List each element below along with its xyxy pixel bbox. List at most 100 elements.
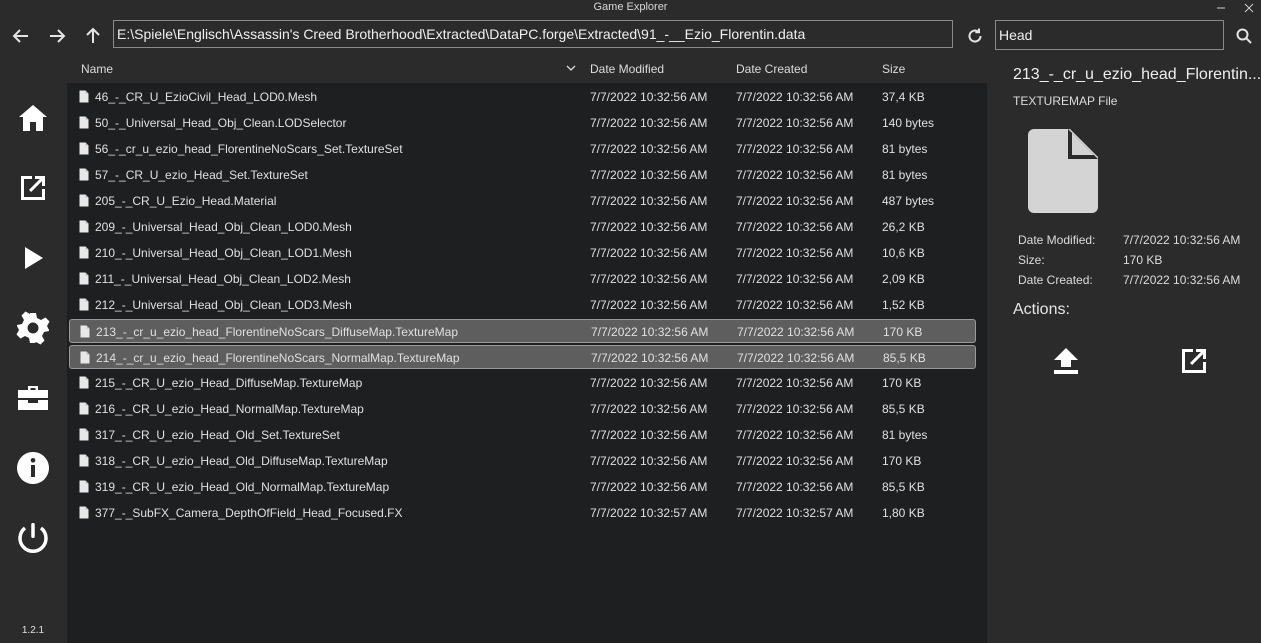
settings-gear-icon[interactable] [13,308,53,348]
file-date-created: 7/7/2022 10:32:56 AM [737,351,855,365]
file-row[interactable]: 319_-_CR_U_ezio_Head_Old_NormalMap.Textu… [69,475,976,499]
play-icon[interactable] [13,238,53,278]
file-icon [79,168,89,181]
up-arrow-icon[interactable] [82,25,104,47]
file-date-modified: 7/7/2022 10:32:56 AM [590,246,708,260]
file-name: 209_-_Universal_Head_Obj_Clean_LOD0.Mesh [95,220,352,234]
file-row[interactable]: 377_-_SubFX_Camera_DepthOfField_Head_Foc… [69,501,976,525]
file-row[interactable]: 215_-_CR_U_ezio_Head_DiffuseMap.TextureM… [69,371,976,395]
file-icon [79,376,89,389]
refresh-icon[interactable] [964,25,986,47]
file-date-created: 7/7/2022 10:32:56 AM [736,220,854,234]
file-icon [79,142,89,155]
file-icon [79,194,89,207]
file-date-created: 7/7/2022 10:32:56 AM [736,428,854,442]
file-date-created: 7/7/2022 10:32:56 AM [736,402,854,416]
file-size: 170 KB [882,454,922,468]
file-icon [79,480,89,493]
file-row[interactable]: 209_-_Universal_Head_Obj_Clean_LOD0.Mesh… [69,215,976,239]
file-row[interactable]: 56_-_cr_u_ezio_head_FlorentineNoScars_Se… [69,137,976,161]
file-name: 57_-_CR_U_ezio_Head_Set.TextureSet [95,168,308,182]
file-size: 140 bytes [882,116,935,130]
file-row[interactable]: 214_-_cr_u_ezio_head_FlorentineNoScars_N… [69,345,976,369]
file-size: 487 bytes [882,194,935,208]
file-large-icon [1028,129,1098,213]
file-name: 215_-_CR_U_ezio_Head_DiffuseMap.TextureM… [95,376,363,390]
open-external-icon[interactable] [13,168,53,208]
file-name: 211_-_Universal_Head_Obj_Clean_LOD2.Mesh [95,272,351,286]
home-icon[interactable] [13,98,53,138]
column-header-name[interactable]: Name [81,62,113,76]
file-row[interactable]: 213_-_cr_u_ezio_head_FlorentineNoScars_D… [69,319,976,343]
window-title: Game Explorer [593,1,668,13]
column-header-date-modified[interactable]: Date Modified [590,62,664,76]
forward-arrow-icon[interactable] [46,25,68,47]
file-row[interactable]: 212_-_Universal_Head_Obj_Clean_LOD3.Mesh… [69,293,976,317]
file-row[interactable]: 211_-_Universal_Head_Obj_Clean_LOD2.Mesh… [69,267,976,291]
file-size: 1,80 KB [882,506,925,520]
file-row[interactable]: 216_-_CR_U_ezio_Head_NormalMap.TextureMa… [69,397,976,421]
file-row[interactable]: 50_-_Universal_Head_Obj_Clean.LODSelecto… [69,111,976,135]
file-date-modified: 7/7/2022 10:32:56 AM [590,428,708,442]
file-date-modified: 7/7/2022 10:32:56 AM [590,272,708,286]
file-row[interactable]: 318_-_CR_U_ezio_Head_Old_DiffuseMap.Text… [69,449,976,473]
details-pane: 213_-_cr_u_ezio_head_Florentin... TEXTUR… [990,56,1261,643]
file-row[interactable]: 205_-_CR_U_Ezio_Head.Material 7/7/2022 10… [69,189,976,213]
close-button[interactable] [1237,0,1261,16]
file-list: 46_-_CR_U_EzioCivil_Head_LOD0.Mesh 7/7/20… [67,83,987,643]
column-header-size[interactable]: Size [882,62,905,76]
info-icon[interactable] [13,448,53,488]
file-date-modified: 7/7/2022 10:32:56 AM [591,325,709,339]
file-icon [79,402,89,415]
file-name: 213_-_cr_u_ezio_head_FlorentineNoScars_D… [96,325,458,339]
file-icon [79,90,89,103]
file-date-modified: 7/7/2022 10:32:56 AM [590,298,708,312]
file-date-modified: 7/7/2022 10:32:56 AM [590,376,708,390]
file-date-created: 7/7/2022 10:32:56 AM [736,168,854,182]
search-input[interactable]: Head [995,20,1224,50]
file-date-created: 7/7/2022 10:32:56 AM [736,90,854,104]
file-icon [79,220,89,233]
minimize-button[interactable] [1209,0,1233,16]
back-arrow-icon[interactable] [10,25,32,47]
file-name: 216_-_CR_U_ezio_Head_NormalMap.TextureMa… [95,402,364,416]
details-date-created-label: Date Created: [1018,273,1093,287]
details-date-modified-value: 7/7/2022 10:32:56 AM [1123,233,1241,247]
column-header-date-created[interactable]: Date Created [736,62,807,76]
file-name: 318_-_CR_U_ezio_Head_Old_DiffuseMap.Text… [95,454,388,468]
file-row[interactable]: 46_-_CR_U_EzioCivil_Head_LOD0.Mesh 7/7/20… [69,85,976,109]
file-size: 85,5 KB [882,480,925,494]
file-size: 1,52 KB [882,298,925,312]
toolbar: E:\Spiele\Englisch\Assassin's Creed Brot… [0,16,1261,56]
toolbox-icon[interactable] [13,378,53,418]
path-input[interactable]: E:\Spiele\Englisch\Assassin's Creed Brot… [113,20,953,48]
file-size: 85,5 KB [883,351,926,365]
file-date-modified: 7/7/2022 10:32:56 AM [590,116,708,130]
file-row[interactable]: 317_-_CR_U_ezio_Head_Old_Set.TextureSet 7… [69,423,976,447]
file-icon [79,116,89,129]
file-icon [79,272,89,285]
file-date-modified: 7/7/2022 10:32:56 AM [590,402,708,416]
file-date-modified: 7/7/2022 10:32:56 AM [591,351,709,365]
file-name: 56_-_cr_u_ezio_head_FlorentineNoScars_Se… [95,142,403,156]
search-icon[interactable] [1233,25,1255,47]
file-size: 85,5 KB [882,402,925,416]
file-name: 377_-_SubFX_Camera_DepthOfField_Head_Foc… [95,506,403,520]
file-date-modified: 7/7/2022 10:32:56 AM [590,220,708,234]
file-row[interactable]: 57_-_CR_U_ezio_Head_Set.TextureSet 7/7/20… [69,163,976,187]
file-icon [79,298,89,311]
file-size: 37,4 KB [882,90,925,104]
file-icon [80,325,90,338]
sort-chevron-down-icon[interactable] [566,64,576,72]
file-name: 50_-_Universal_Head_Obj_Clean.LODSelecto… [95,116,347,130]
file-size: 2,09 KB [882,272,925,286]
details-size-value: 170 KB [1123,253,1163,267]
export-upload-icon[interactable] [1048,343,1084,379]
open-external-icon[interactable] [1176,343,1212,379]
file-size: 26,2 KB [882,220,925,234]
power-icon[interactable] [13,518,53,558]
file-icon [79,246,89,259]
file-size: 170 KB [883,325,923,339]
file-date-modified: 7/7/2022 10:32:56 AM [590,142,708,156]
file-row[interactable]: 210_-_Universal_Head_Obj_Clean_LOD1.Mesh… [69,241,976,265]
